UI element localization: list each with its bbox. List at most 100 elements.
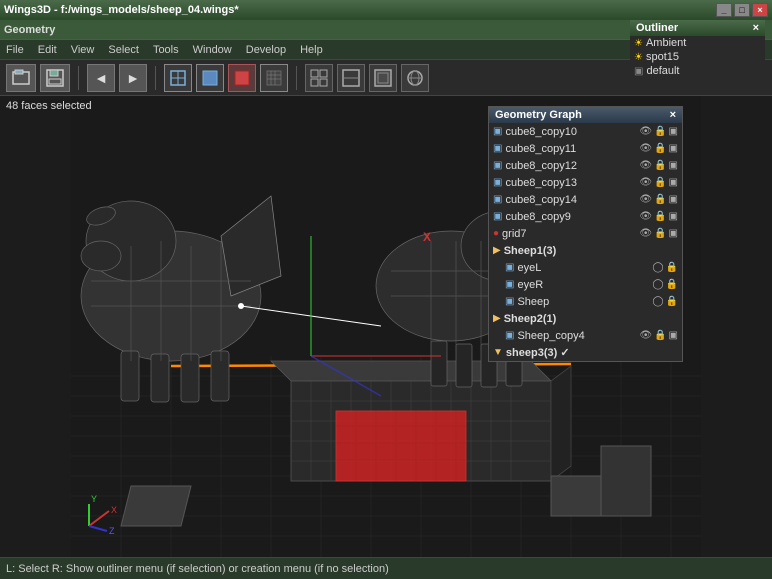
folder-icon-1: ▶: [493, 245, 501, 256]
eye-icon-eyeL[interactable]: ◯: [652, 262, 663, 273]
minimize-btn[interactable]: _: [716, 3, 732, 17]
lock-icon-eyeL[interactable]: 🔒: [666, 262, 678, 273]
eye-icon-sheep-copy4[interactable]: 👁: [639, 330, 652, 341]
geo-item-label-folder-3: sheep3(3) ✓: [506, 346, 570, 359]
geo-item-5[interactable]: ▣ cube8_copy9 👁🔒▣: [489, 208, 682, 225]
geo-item-4[interactable]: ▣ cube8_copy14 👁🔒▣: [489, 191, 682, 208]
light-icon-ambient: ☀: [634, 38, 643, 49]
status-text: L: Select R: Show outliner menu (if sele…: [6, 563, 389, 575]
outliner-spot-label: spot15: [646, 51, 679, 63]
view-btn-3[interactable]: [369, 64, 397, 92]
lock-icon-1[interactable]: 🔒: [654, 143, 666, 154]
eye-icon-sheep[interactable]: ◯: [652, 296, 663, 307]
outliner-title: Outliner ×: [630, 20, 765, 36]
view-btn-4[interactable]: [401, 64, 429, 92]
geo-item-icons-2: 👁🔒▣: [639, 160, 678, 171]
lock-icon-2[interactable]: 🔒: [654, 160, 666, 171]
menu-select[interactable]: Select: [108, 44, 139, 56]
type-icon-sheep-copy4: ▣: [669, 330, 678, 341]
lock-icon-0[interactable]: 🔒: [654, 126, 666, 137]
maximize-btn[interactable]: □: [734, 3, 750, 17]
nav-fwd-btn[interactable]: ►: [119, 64, 147, 92]
menu-help[interactable]: Help: [300, 44, 323, 56]
eye-icon-3[interactable]: 👁: [639, 177, 652, 188]
material-mode-btn[interactable]: [228, 64, 256, 92]
title-bar: Wings3D - f:/wings_models/sheep_04.wings…: [0, 0, 772, 20]
lock-icon-eyeR[interactable]: 🔒: [666, 279, 678, 290]
geo-item-6[interactable]: ● grid7 👁🔒▣: [489, 225, 682, 242]
type-icon-6: ▣: [669, 228, 678, 239]
eye-icon-2[interactable]: 👁: [639, 160, 652, 171]
eye-icon-0[interactable]: 👁: [639, 126, 652, 137]
open-file-btn[interactable]: [6, 64, 36, 92]
geo-item-icons-5: 👁🔒▣: [639, 211, 678, 222]
toolbar-sep-3: [296, 66, 297, 90]
status-bar: L: Select R: Show outliner menu (if sele…: [0, 557, 772, 579]
type-icon-1: ▣: [669, 143, 678, 154]
eye-icon-5[interactable]: 👁: [639, 211, 652, 222]
menu-develop[interactable]: Develop: [246, 44, 286, 56]
view-btn-1[interactable]: [305, 64, 333, 92]
mesh-icon-eyeR: ▣: [505, 279, 514, 290]
eye-icon-4[interactable]: 👁: [639, 194, 652, 205]
lock-icon-5[interactable]: 🔒: [654, 211, 666, 222]
type-icon-5: ▣: [669, 211, 678, 222]
menu-edit[interactable]: Edit: [38, 44, 57, 56]
save-file-btn[interactable]: [40, 64, 70, 92]
solid-mode-btn[interactable]: [196, 64, 224, 92]
geo-item-label-5: cube8_copy9: [505, 211, 570, 223]
menu-view[interactable]: View: [71, 44, 95, 56]
window-title: Wings3D - f:/wings_models/sheep_04.wings…: [4, 4, 239, 16]
geo-item-icons-6: 👁🔒▣: [639, 228, 678, 239]
geo-item-1[interactable]: ▣ cube8_copy11 👁🔒▣: [489, 140, 682, 157]
eye-icon-1[interactable]: 👁: [639, 143, 652, 154]
menu-file[interactable]: File: [6, 44, 24, 56]
lock-icon-4[interactable]: 🔒: [654, 194, 666, 205]
geo-item-eyeR[interactable]: ▣ eyeR ◯🔒: [489, 276, 682, 293]
eye-icon-eyeR[interactable]: ◯: [652, 279, 663, 290]
type-icon-2: ▣: [669, 160, 678, 171]
type-icon-4: ▣: [669, 194, 678, 205]
view-btn-2[interactable]: [337, 64, 365, 92]
geo-item-3[interactable]: ▣ cube8_copy13 👁🔒▣: [489, 174, 682, 191]
svg-text:Z: Z: [109, 526, 115, 536]
outliner-item-default: ▣ default: [630, 64, 765, 78]
svg-text:X: X: [111, 505, 117, 515]
geo-item-folder-2[interactable]: ▶ Sheep2(1): [489, 310, 682, 327]
outliner-close[interactable]: ×: [753, 22, 759, 34]
outliner-default-label: default: [646, 65, 679, 77]
eye-icon-6[interactable]: 👁: [639, 228, 652, 239]
geo-item-icons-0: 👁🔒▣: [639, 126, 678, 137]
geo-item-label-6: grid7: [502, 228, 526, 240]
nav-back-btn[interactable]: ◄: [87, 64, 115, 92]
close-btn[interactable]: ×: [752, 3, 768, 17]
lock-icon-sheep[interactable]: 🔒: [666, 296, 678, 307]
viewport[interactable]: 48 faces selected: [0, 96, 772, 557]
menu-tools[interactable]: Tools: [153, 44, 179, 56]
geo-item-sheep[interactable]: ▣ Sheep ◯🔒: [489, 293, 682, 310]
lock-icon-3[interactable]: 🔒: [654, 177, 666, 188]
geo-item-label-folder-2: Sheep2(1): [504, 313, 557, 325]
outliner-item-ambient: ☀ Ambient: [630, 36, 765, 50]
menu-window[interactable]: Window: [193, 44, 232, 56]
lock-icon-sheep-copy4[interactable]: 🔒: [654, 330, 666, 341]
geo-item-eyeL[interactable]: ▣ eyeL ◯🔒: [489, 259, 682, 276]
geo-item-icons-4: 👁🔒▣: [639, 194, 678, 205]
geo-graph-panel: Geometry Graph × ▣ cube8_copy10 👁🔒▣ ▣ cu…: [488, 106, 683, 362]
geo-item-label-0: cube8_copy10: [505, 126, 577, 138]
geo-item-sheep-copy4[interactable]: ▣ Sheep_copy4 👁🔒▣: [489, 327, 682, 344]
geo-item-0[interactable]: ▣ cube8_copy10 👁🔒▣: [489, 123, 682, 140]
geo-item-icons-3: 👁🔒▣: [639, 177, 678, 188]
geo-item-folder-3[interactable]: ▼ sheep3(3) ✓: [489, 344, 682, 361]
textured-mode-btn[interactable]: [260, 64, 288, 92]
geo-item-2[interactable]: ▣ cube8_copy12 👁🔒▣: [489, 157, 682, 174]
svg-text:X: X: [423, 230, 431, 244]
geo-graph-close[interactable]: ×: [670, 109, 676, 121]
svg-text:Y: Y: [91, 494, 97, 504]
geo-graph-title-label: Geometry Graph: [495, 109, 582, 121]
mesh-icon-3: ▣: [493, 177, 502, 188]
lock-icon-6[interactable]: 🔒: [654, 228, 666, 239]
geo-item-folder-1[interactable]: ▶ Sheep1(3): [489, 242, 682, 259]
mesh-icon-eyeL: ▣: [505, 262, 514, 273]
wire-mode-btn[interactable]: [164, 64, 192, 92]
